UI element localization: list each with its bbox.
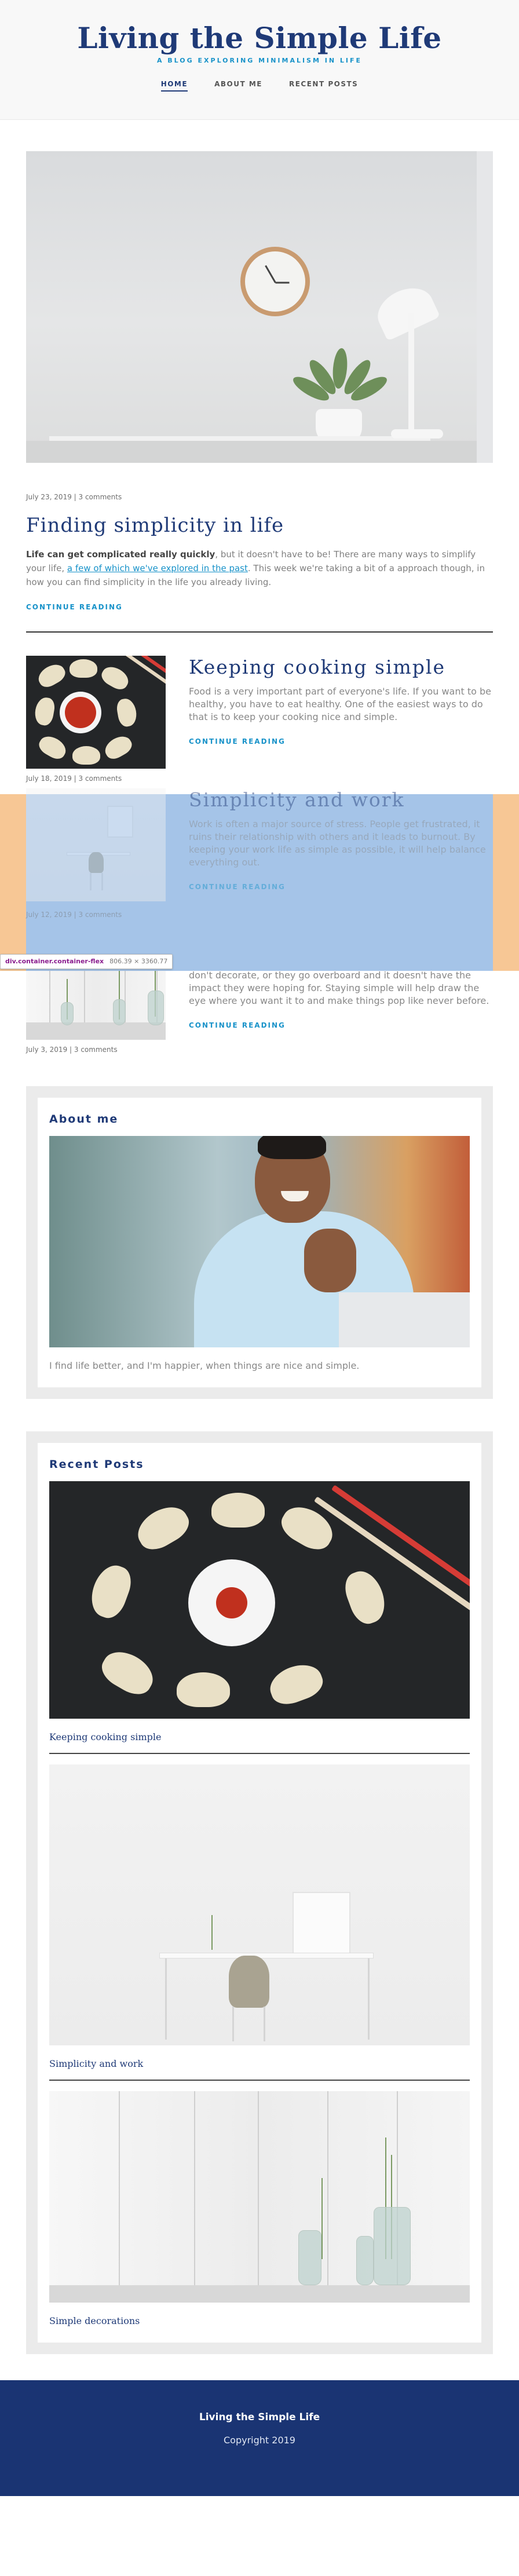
featured-meta: July 23, 2019 | 3 comments [26, 493, 122, 501]
featured-divider [26, 631, 493, 633]
post-decorations-thumbnail[interactable] [26, 927, 166, 1040]
about-photo [49, 1136, 470, 1347]
site-footer: Living the Simple Life Copyright 2019 [0, 2380, 519, 2496]
post-cooking: Keeping cooking simple Food is a very im… [26, 656, 493, 769]
about-widget-title: About me [49, 1113, 119, 1126]
post-work: Simplicity and work Work is often a majo… [26, 788, 493, 901]
clock-illustration [240, 247, 310, 316]
lamp-illustration [370, 280, 441, 341]
inspector-tooltip: div.container.container-flex 806.39 × 33… [0, 954, 173, 969]
recent-post-decorations-caption[interactable]: Simple decorations [49, 2315, 470, 2326]
inspector-selector: div.container.container-flex [5, 958, 104, 965]
recent-post-work-image[interactable] [49, 1764, 470, 2045]
site-tagline: A BLOG EXPLORING MINIMALISM IN LIFE [156, 57, 363, 64]
recent-posts-widget: Recent Posts Keeping cooking simple Simp… [26, 1431, 493, 2354]
post-cooking-title[interactable]: Keeping cooking simple [189, 656, 493, 678]
main-content: July 23, 2019 | 3 comments Finding simpl… [0, 120, 519, 2354]
inspected-region: Simplicity and work Work is often a majo… [0, 788, 519, 971]
recent-post-cooking-caption[interactable]: Keeping cooking simple [49, 1731, 470, 1742]
featured-excerpt: Life can get complicated really quickly,… [26, 547, 493, 589]
post-cooking-thumbnail[interactable] [26, 656, 166, 769]
post-decorations: Simple decorations A home isn't a home u… [26, 927, 493, 1040]
main-nav: HOME ABOUT ME RECENT POSTS [0, 80, 519, 92]
featured-continue-reading-link[interactable]: CONTINUE READING [26, 603, 123, 611]
footer-copyright: Copyright 2019 [224, 2435, 295, 2446]
post-decorations-title[interactable]: Simple decorations [189, 927, 493, 949]
featured-article: July 23, 2019 | 3 comments Finding simpl… [26, 151, 493, 612]
featured-title[interactable]: Finding simplicity in life [26, 514, 493, 537]
site-title[interactable]: Living the Simple Life [0, 0, 519, 56]
about-text: I find life better, and I'm happier, whe… [49, 1360, 360, 1371]
recent-divider [49, 2080, 470, 2081]
footer-title: Living the Simple Life [199, 2411, 320, 2423]
about-widget: About me I find life better, and I'm hap… [26, 1086, 493, 1399]
featured-image[interactable] [26, 151, 493, 463]
post-decorations-continue-link[interactable]: CONTINUE READING [189, 1021, 286, 1029]
recent-divider [49, 1753, 470, 1754]
nav-recent-posts[interactable]: RECENT POSTS [289, 80, 358, 92]
post-cooking-continue-link[interactable]: CONTINUE READING [189, 737, 286, 746]
post-work-thumbnail[interactable] [26, 788, 166, 901]
nav-home[interactable]: HOME [160, 80, 188, 92]
recent-post-cooking-image[interactable] [49, 1481, 470, 1719]
nav-about-me[interactable]: ABOUT ME [214, 80, 262, 92]
recent-post-item[interactable]: Simple decorations [49, 2091, 470, 2326]
post-work-title[interactable]: Simplicity and work [189, 788, 493, 811]
post-decorations-excerpt: A home isn't a home until you've decorat… [189, 957, 491, 1006]
post-work-meta: July 12, 2019 | 3 comments [26, 911, 122, 919]
recent-post-item[interactable]: Keeping cooking simple [49, 1481, 470, 1754]
recent-posts-widget-title: Recent Posts [49, 1458, 144, 1471]
recent-post-work-caption[interactable]: Simplicity and work [49, 2058, 470, 2069]
post-cooking-meta: July 18, 2019 | 3 comments [26, 774, 122, 783]
post-work-continue-link[interactable]: CONTINUE READING [189, 883, 286, 891]
recent-post-item[interactable]: Simplicity and work [49, 1764, 470, 2081]
inspector-dimensions: 806.39 × 3360.77 [109, 958, 168, 965]
post-cooking-excerpt: Food is a very important part of everyon… [189, 686, 491, 722]
featured-excerpt-link[interactable]: a few of which we've explored in the pas… [67, 563, 248, 573]
post-work-excerpt: Work is often a major source of stress. … [189, 819, 486, 868]
featured-excerpt-strong: Life can get complicated really quickly [26, 549, 215, 560]
recent-post-decorations-image[interactable] [49, 2091, 470, 2303]
post-decorations-meta: July 3, 2019 | 3 comments [26, 1046, 118, 1054]
site-header: Living the Simple Life A BLOG EXPLORING … [0, 0, 519, 120]
